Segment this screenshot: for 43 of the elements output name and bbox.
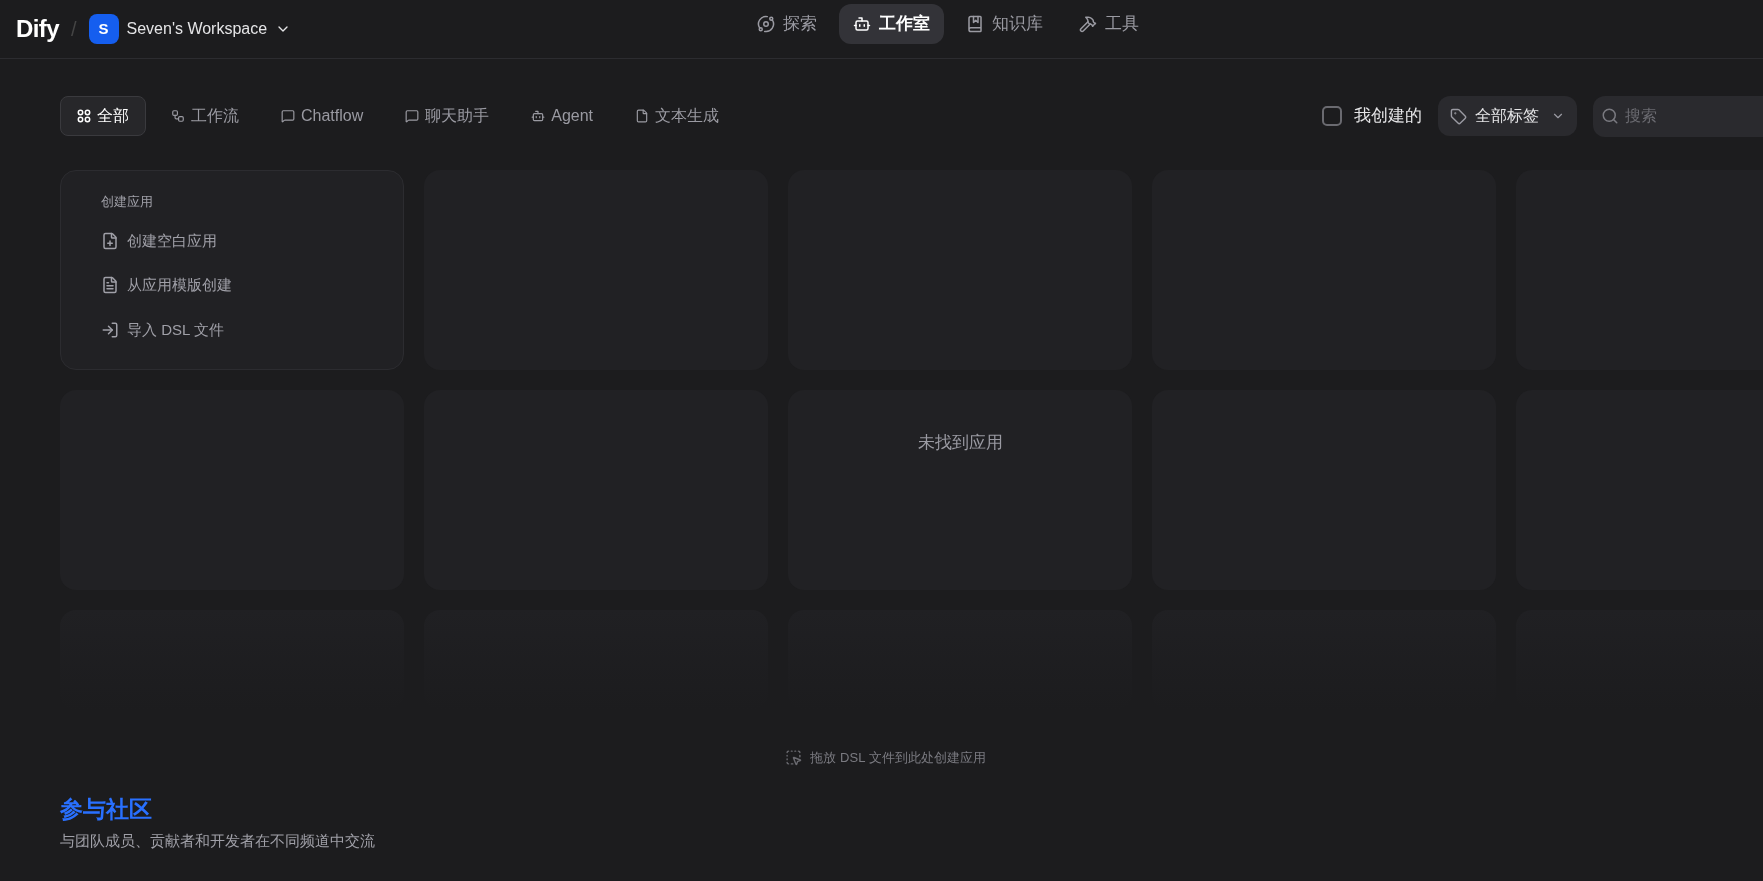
nav-tab[interactable]: 探索 [743, 4, 831, 44]
create-action[interactable]: 从应用模版创建 [101, 274, 363, 297]
drag-drop-icon [785, 749, 803, 767]
tag-icon [1450, 107, 1467, 125]
filter-tab[interactable]: 聊天助手 [388, 96, 507, 136]
workspace-avatar: S [88, 14, 119, 44]
checkbox[interactable] [1322, 106, 1342, 126]
nav-tab[interactable]: 知识库 [952, 4, 1057, 44]
create-action[interactable]: 创建空白应用 [101, 229, 363, 252]
filter-tab[interactable]: 工作流 [154, 96, 256, 136]
workflow-icon [171, 109, 185, 123]
document-icon [635, 109, 650, 123]
logo[interactable]: Dify [16, 11, 59, 47]
tag-filter[interactable]: 全部标签 [1438, 96, 1577, 136]
book-icon [966, 15, 984, 33]
filter-tab[interactable]: Chatflow [264, 96, 381, 136]
robot-icon [853, 15, 871, 33]
workspace-switcher[interactable]: S Seven's Workspace [88, 14, 292, 44]
search-icon [1601, 107, 1619, 125]
workspace-name: Seven's Workspace [126, 19, 268, 39]
create-app-title: 创建应用 [101, 193, 154, 211]
nav-tab[interactable]: 工作室 [839, 4, 944, 44]
filter-tab[interactable]: 全部 [60, 96, 146, 136]
my-created-checkbox[interactable]: 我创建的 [1322, 103, 1422, 129]
community-subtitle: 与团队成员、贡献者和开发者在不同频道中交流 [60, 831, 376, 851]
file-plus-icon [101, 231, 119, 250]
robot-icon [531, 109, 546, 123]
drop-hint: 拖放 DSL 文件到此处创建应用 [810, 749, 986, 767]
breadcrumb-separator: / [70, 17, 77, 42]
empty-message: 未找到应用 [917, 432, 1003, 454]
import-icon [101, 320, 119, 339]
search-field[interactable]: 搜索 [1593, 95, 1763, 137]
nav-tab[interactable]: 工具 [1065, 4, 1153, 44]
planet-icon [757, 15, 775, 33]
chat-icon [405, 109, 420, 123]
hammer-icon [1079, 15, 1097, 33]
community-title: 参与社区 [60, 794, 153, 824]
document-icon [101, 276, 119, 295]
create-action[interactable]: 导入 DSL 文件 [101, 318, 363, 341]
filter-tab[interactable]: 文本生成 [618, 96, 737, 136]
grid-icon [77, 109, 91, 123]
filter-tab[interactable]: Agent [514, 96, 611, 136]
chat-icon [281, 109, 295, 123]
